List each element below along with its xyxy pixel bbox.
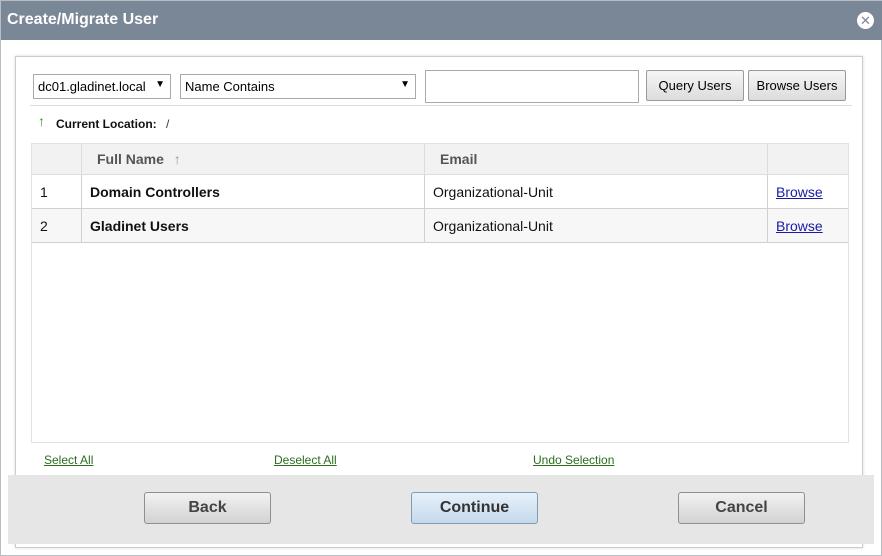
- domain-select-value: dc01.gladinet.local: [38, 79, 146, 94]
- deselect-all-link[interactable]: Deselect All: [274, 453, 337, 467]
- header-email[interactable]: Email: [425, 144, 768, 175]
- row-email: Organizational-Unit: [425, 209, 768, 243]
- browse-link[interactable]: Browse: [776, 184, 823, 200]
- grid-header: Full Name ↑ Email: [32, 144, 848, 175]
- chevron-down-icon: ▼: [400, 79, 410, 90]
- toolbar-divider: [30, 105, 852, 106]
- browse-users-button[interactable]: Browse Users: [748, 70, 846, 101]
- header-action: [768, 144, 848, 175]
- row-action: Browse: [768, 175, 848, 209]
- dialog-title: Create/Migrate User: [7, 11, 159, 28]
- row-full-name: Gladinet Users: [82, 209, 425, 243]
- select-all-link[interactable]: Select All: [44, 453, 93, 467]
- filter-select-value: Name Contains: [185, 79, 275, 94]
- row-number: 1: [32, 175, 82, 209]
- search-input[interactable]: [425, 70, 639, 103]
- chevron-down-icon: ▼: [155, 79, 165, 90]
- continue-button[interactable]: Continue: [411, 492, 538, 524]
- table-row[interactable]: 1 Domain Controllers Organizational-Unit…: [32, 175, 848, 209]
- row-full-name: Domain Controllers: [82, 175, 425, 209]
- sort-ascending-icon: ↑: [173, 151, 181, 167]
- current-location-label: Current Location:: [56, 117, 157, 131]
- back-button[interactable]: Back: [144, 492, 271, 524]
- row-email: Organizational-Unit: [425, 175, 768, 209]
- table-row[interactable]: 2 Gladinet Users Organizational-Unit Bro…: [32, 209, 848, 243]
- query-users-button[interactable]: Query Users: [646, 70, 744, 101]
- results-grid: Full Name ↑ Email 1 Domain Controllers O…: [31, 143, 849, 443]
- current-location-value: /: [166, 117, 170, 131]
- row-number: 2: [32, 209, 82, 243]
- title-bar: Create/Migrate User ✕: [1, 1, 882, 40]
- row-action: Browse: [768, 209, 848, 243]
- browse-link[interactable]: Browse: [776, 218, 823, 234]
- domain-select[interactable]: dc01.gladinet.local ▼: [33, 74, 171, 99]
- up-arrow-icon[interactable]: ↑: [38, 113, 45, 129]
- create-migrate-user-dialog: Create/Migrate User ✕ dc01.gladinet.loca…: [0, 0, 882, 556]
- filter-select[interactable]: Name Contains ▼: [180, 74, 416, 99]
- close-icon[interactable]: ✕: [857, 12, 874, 29]
- cancel-button[interactable]: Cancel: [678, 492, 805, 524]
- undo-selection-link[interactable]: Undo Selection: [533, 453, 614, 467]
- header-number: [32, 144, 82, 175]
- header-full-name-label: Full Name: [97, 151, 164, 167]
- header-full-name[interactable]: Full Name ↑: [82, 144, 425, 175]
